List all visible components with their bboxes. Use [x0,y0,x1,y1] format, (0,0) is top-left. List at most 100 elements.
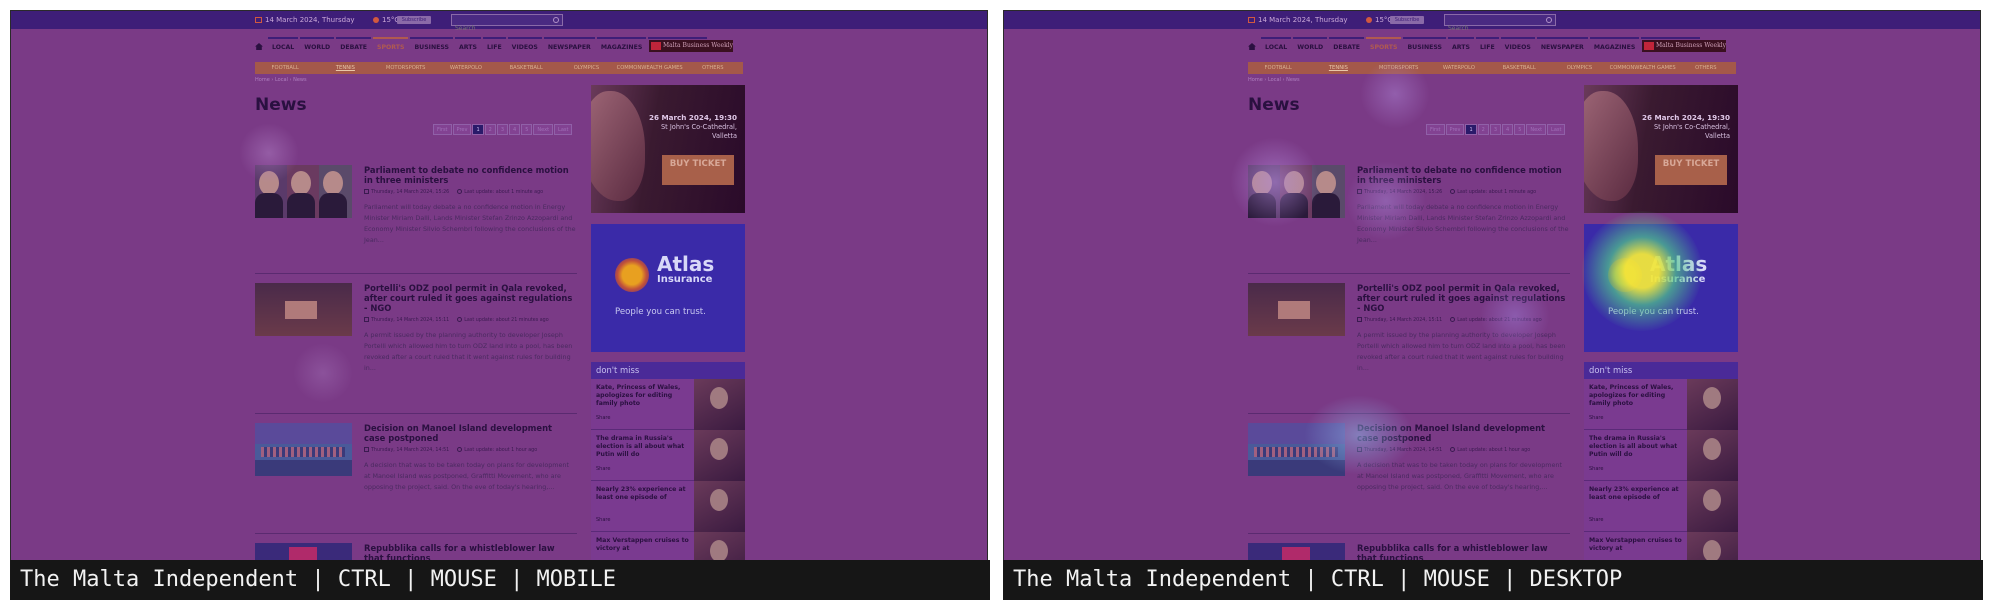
nav-item-life[interactable]: LIFE [482,37,506,57]
article-thumbnail[interactable] [1248,165,1345,218]
mbw-link[interactable]: Malta Business Weekly [1642,40,1726,52]
nav-item-local[interactable]: LOCAL [268,37,299,57]
nav-item-local[interactable]: LOCAL [1261,37,1292,57]
page-link[interactable]: First [1426,124,1445,135]
dont-miss-title[interactable]: The drama in Russia's election is all ab… [1589,435,1685,459]
page-link[interactable]: Last [554,124,573,135]
search-icon[interactable] [553,17,559,23]
insurance-ad[interactable]: Atlas Insurance People you can trust. [1584,224,1738,352]
page-link[interactable]: Last [1547,124,1566,135]
subnav-item-basketball[interactable]: BASKETBALL [496,62,556,74]
article-title[interactable]: Portelli's ODZ pool permit in Qala revok… [1357,283,1569,313]
nav-item-sports[interactable]: SPORTS [373,37,409,57]
share-link[interactable]: Share [596,466,610,472]
article-title[interactable]: Decision on Manoel Island development ca… [364,423,576,443]
page-link[interactable]: 5 [1514,124,1526,135]
nav-item-newspaper[interactable]: NEWSPAPER [1536,37,1588,57]
search-input[interactable] [452,23,542,34]
dont-miss-title[interactable]: Kate, Princess of Wales, apologizes for … [596,384,692,408]
dont-miss-thumbnail[interactable] [1687,430,1738,481]
dont-miss-thumbnail[interactable] [1687,481,1738,532]
page-link[interactable]: First [433,124,452,135]
subnav-item-motorsports[interactable]: MOTORSPORTS [376,62,436,74]
article-title[interactable]: Decision on Manoel Island development ca… [1357,423,1569,443]
page-link[interactable]: 3 [1489,124,1502,135]
share-link[interactable]: Share [1589,415,1603,421]
subnav-item-football[interactable]: FOOTBALL [255,62,315,74]
share-link[interactable]: Share [1589,466,1603,472]
nav-item-sports[interactable]: SPORTS [1366,37,1402,57]
page-link[interactable]: 2 [1477,124,1489,135]
page-link[interactable]: Next [533,124,554,135]
home-icon[interactable] [1248,43,1256,50]
nav-item-videos[interactable]: VIDEOS [1500,37,1535,57]
page-link[interactable]: 5 [521,124,533,135]
nav-item-business[interactable]: BUSINESS [1403,37,1447,57]
nav-item-magazines[interactable]: MAGAZINES [1589,37,1640,57]
nav-item-videos[interactable]: VIDEOS [507,37,542,57]
nav-item-newspaper[interactable]: NEWSPAPER [543,37,595,57]
article-thumbnail[interactable] [255,423,352,476]
dont-miss-title[interactable]: Nearly 23% experience at least one episo… [596,486,692,502]
search-icon[interactable] [1546,17,1552,23]
page-link[interactable]: 4 [509,124,521,135]
page-link[interactable]: Prev [452,124,472,135]
share-link[interactable]: Share [596,517,610,523]
subscribe-button[interactable]: Subscribe [397,16,431,24]
article-thumbnail[interactable] [1248,423,1345,476]
share-link[interactable]: Share [1589,517,1603,523]
subnav-item-football[interactable]: FOOTBALL [1248,62,1308,74]
article-thumbnail[interactable] [255,165,352,218]
nav-item-world[interactable]: WORLD [300,37,335,57]
dont-miss-title[interactable]: Kate, Princess of Wales, apologizes for … [1589,384,1685,408]
search-box[interactable] [451,14,563,34]
dont-miss-item[interactable]: The drama in Russia's election is all ab… [591,430,745,481]
subscribe-button[interactable]: Subscribe [1390,16,1424,24]
nav-item-world[interactable]: WORLD [1293,37,1328,57]
mbw-link[interactable]: Malta Business Weekly [649,40,733,52]
page-link[interactable]: 1 [1465,124,1477,135]
dont-miss-item[interactable]: The drama in Russia's election is all ab… [1584,430,1738,481]
buy-ticket-button[interactable]: BUY TICKET [662,155,734,185]
subnav-item-waterpolo[interactable]: WATERPOLO [1429,62,1489,74]
dont-miss-title[interactable]: Max Verstappen cruises to victory at [1589,537,1685,553]
subnav-item-tennis[interactable]: TENNIS [1308,62,1368,74]
page-link[interactable]: 3 [496,124,509,135]
share-link[interactable]: Share [596,415,610,421]
article-title[interactable]: Portelli's ODZ pool permit in Qala revok… [364,283,576,313]
subnav-item-waterpolo[interactable]: WATERPOLO [436,62,496,74]
page-link[interactable]: Next [1526,124,1547,135]
dont-miss-thumbnail[interactable] [1687,379,1738,430]
nav-item-debate[interactable]: DEBATE [1329,37,1365,57]
page-link[interactable]: 4 [1502,124,1514,135]
dont-miss-title[interactable]: The drama in Russia's election is all ab… [596,435,692,459]
article-title[interactable]: Parliament to debate no confidence motio… [364,165,576,185]
nav-item-debate[interactable]: DEBATE [336,37,372,57]
subnav-item-others[interactable]: OTHERS [1676,62,1736,74]
dont-miss-item[interactable]: Kate, Princess of Wales, apologizes for … [1584,379,1738,430]
search-box[interactable] [1444,14,1556,34]
dont-miss-thumbnail[interactable] [694,481,745,532]
page-link[interactable]: Prev [1445,124,1465,135]
nav-item-life[interactable]: LIFE [1475,37,1499,57]
subnav-item-motorsports[interactable]: MOTORSPORTS [1369,62,1429,74]
article-title[interactable]: Parliament to debate no confidence motio… [1357,165,1569,185]
concert-ad[interactable]: 26 March 2024, 19:30 St John's Co-Cathed… [1584,85,1738,213]
insurance-ad[interactable]: Atlas Insurance People you can trust. [591,224,745,352]
subnav-item-olympics[interactable]: OLYMPICS [1549,62,1609,74]
search-input[interactable] [1445,23,1535,34]
dont-miss-thumbnail[interactable] [694,379,745,430]
subnav-item-tennis[interactable]: TENNIS [315,62,375,74]
nav-item-magazines[interactable]: MAGAZINES [596,37,647,57]
dont-miss-item[interactable]: Nearly 23% experience at least one episo… [591,481,745,532]
subnav-item-commonwealth-games[interactable]: COMMONWEALTH GAMES [1610,62,1676,74]
subnav-item-basketball[interactable]: BASKETBALL [1489,62,1549,74]
dont-miss-thumbnail[interactable] [694,430,745,481]
dont-miss-title[interactable]: Nearly 23% experience at least one episo… [1589,486,1685,502]
dont-miss-item[interactable]: Nearly 23% experience at least one episo… [1584,481,1738,532]
buy-ticket-button[interactable]: BUY TICKET [1655,155,1727,185]
page-link[interactable]: 1 [472,124,484,135]
subnav-item-commonwealth-games[interactable]: COMMONWEALTH GAMES [617,62,683,74]
home-icon[interactable] [255,43,263,50]
nav-item-arts[interactable]: ARTS [455,37,481,57]
